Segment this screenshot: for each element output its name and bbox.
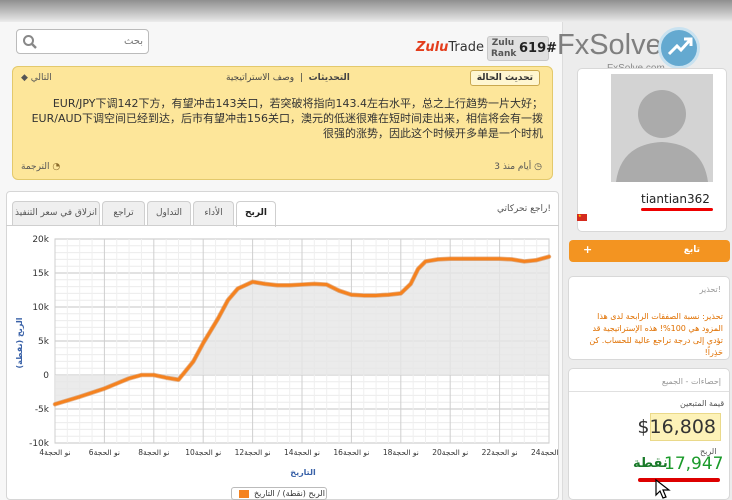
x-tick-label: 8نو الحجة	[138, 448, 169, 457]
y-tick-label: 20k	[32, 235, 49, 245]
brand-arrow-icon	[658, 27, 700, 69]
zulu-rank-value: 619#	[519, 41, 558, 56]
clock-icon: ◷	[534, 162, 542, 172]
profit-underline-mark	[638, 478, 720, 482]
translate-icon: ◔	[52, 162, 61, 172]
follower-value: $16,808	[637, 416, 716, 438]
tab-trading[interactable]: التداول	[147, 201, 191, 225]
chart-xlabel: التاريخ	[290, 468, 316, 477]
y-tick-label: 15k	[32, 269, 49, 279]
legend-label: الربح (نقطة) / التاريخ	[254, 489, 325, 498]
warning-text: تحذير: نسبة الصفقات الرابحة لدى هذا المز…	[589, 312, 723, 357]
tab-strategy-description[interactable]: وصف الاستراتيجية	[226, 73, 294, 83]
follower-value-label: قيمة المتبعين	[680, 399, 725, 408]
x-tick-label: 24نو الحجة	[531, 448, 559, 457]
tab-drawdown[interactable]: تراجع	[102, 201, 145, 225]
tab-updates[interactable]: التحديثات	[309, 73, 350, 83]
avatar-silhouette-icon	[611, 74, 713, 182]
x-tick-label: 10نو الحجة	[185, 448, 221, 457]
zulu-rank-label: Zulu Rank	[491, 38, 517, 59]
translate-label: الترجمة	[21, 162, 50, 172]
zulutrade-logo[interactable]: ZuluTrade	[416, 40, 484, 55]
x-tick-label: 20نو الحجة	[432, 448, 468, 457]
y-tick-label: -5k	[35, 405, 50, 415]
chart-legend[interactable]: الربح (نقطة) / التاريخ	[231, 487, 327, 500]
update-status-button[interactable]: تحديث الحالة	[469, 70, 540, 86]
profit-unit: نقطة	[633, 456, 668, 471]
username: tiantian362	[641, 192, 710, 206]
update-box-header: ◆ التالي التحديثات | وصف الاستراتيجية تح…	[13, 67, 552, 89]
profit-value: 17,947	[664, 454, 724, 474]
x-tick-label: 4نو الحجة	[39, 448, 70, 457]
next-link[interactable]: ◆ التالي	[21, 73, 52, 83]
post-time-text: 3 أيام منذ	[494, 162, 532, 172]
tab-performance[interactable]: الأداء	[193, 201, 234, 225]
x-tick-label: 14نو الحجة	[284, 448, 320, 457]
follow-label: تابع	[683, 245, 700, 255]
plus-icon: +	[583, 243, 593, 256]
strategy-update-box: ◆ التالي التحديثات | وصف الاستراتيجية تح…	[12, 66, 553, 180]
follow-button[interactable]: + تابع	[569, 240, 730, 262]
zulu-rank-badge: Zulu Rank 619#	[487, 36, 557, 61]
zulutrade-logo-part2: Trade	[448, 40, 484, 55]
brand-name: FxSolve	[557, 29, 662, 61]
next-arrow-icon: ◆	[21, 73, 31, 83]
x-tick-label: 16نو الحجة	[333, 448, 369, 457]
chart-section-title: راجع تحركاتي!	[497, 204, 551, 214]
warning-box: تحذير! تحذير: نسبة الصفقات الرابحة لدى ه…	[568, 276, 730, 360]
search-box[interactable]	[16, 29, 149, 54]
tab-divider: |	[294, 73, 306, 83]
tab-slippage[interactable]: انزلاق في سعر التنفيذ	[12, 201, 100, 225]
username-underline-mark	[641, 208, 713, 211]
follower-value-box: $16,808	[637, 413, 721, 441]
update-post-text: EUR/JPY下调142下方，有望冲击143关口，若突破将指向143.4左右水平…	[31, 97, 543, 140]
chart-ylabel: الربح (نقطة)	[15, 317, 24, 368]
avatar[interactable]	[611, 74, 713, 182]
stats-divider	[569, 391, 729, 392]
warning-title: تحذير!	[699, 285, 721, 294]
next-label: التالي	[30, 73, 52, 83]
profit-chart: 20k15k10k5k0-5k-10k4نو الحجة 6نو الحجة 8نو…	[15, 235, 559, 477]
legend-swatch	[239, 490, 249, 498]
stats-title: إحصاءات - الجميع	[661, 377, 721, 386]
x-tick-label: 6نو الحجة	[89, 448, 120, 457]
translate-link[interactable]: الترجمة ◔	[21, 162, 60, 172]
post-time: 3 أيام منذ ◷	[494, 162, 542, 172]
tab-profit[interactable]: الربح	[236, 201, 276, 227]
x-tick-label: 18نو الحجة	[383, 448, 419, 457]
zulutrade-logo-part1: Zulu	[416, 40, 449, 55]
y-tick-label: 0	[43, 371, 49, 381]
y-tick-label: 10k	[32, 303, 49, 313]
search-input[interactable]	[41, 32, 143, 51]
mouse-cursor-icon	[655, 478, 671, 499]
top-band	[0, 0, 732, 22]
country-flag-icon: ★	[577, 214, 587, 221]
update-box-tabs: التحديثات | وصف الاستراتيجية	[226, 73, 350, 83]
x-tick-label: 12نو الحجة	[235, 448, 271, 457]
search-icon[interactable]	[22, 34, 38, 50]
x-tick-label: 22نو الحجة	[482, 448, 518, 457]
y-tick-label: 5k	[38, 337, 50, 347]
